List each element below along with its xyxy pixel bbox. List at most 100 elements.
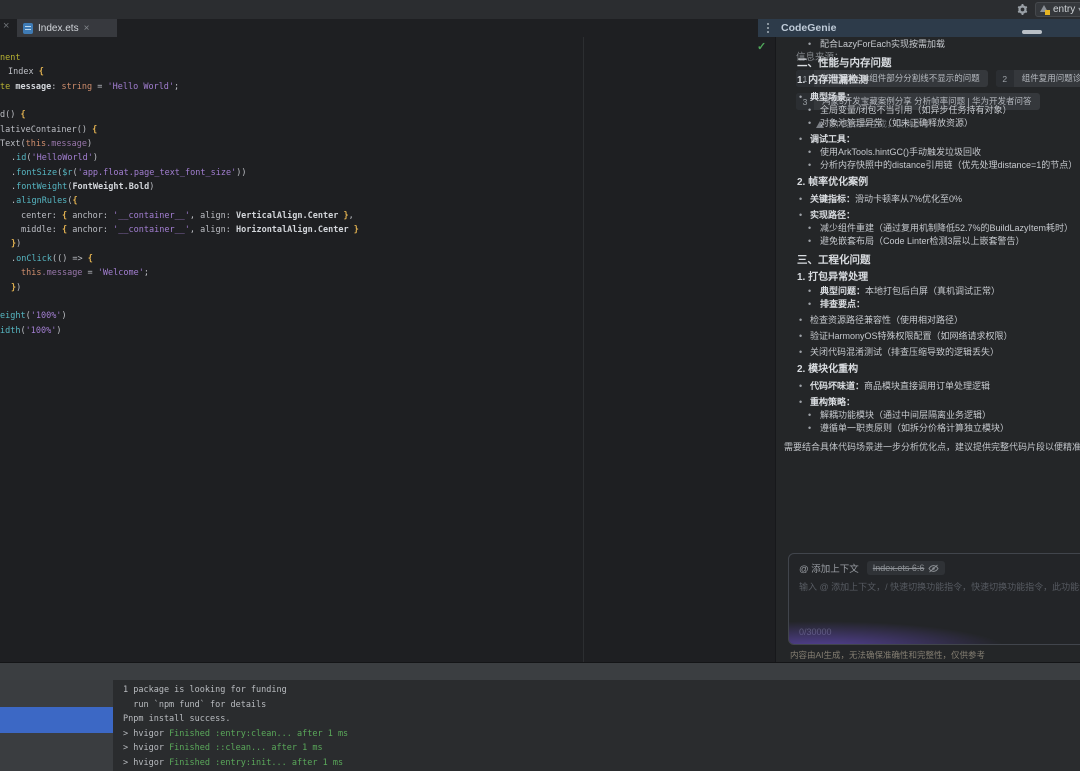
run-config-module-selector[interactable]: entry ▾ bbox=[1035, 2, 1080, 17]
code-token: .message bbox=[41, 268, 82, 278]
code-token: this bbox=[26, 139, 46, 149]
code-token: Text( bbox=[0, 139, 26, 149]
code-line: .fontSize($r('app.float.page_text_font_s… bbox=[0, 166, 359, 180]
assistant-message-line: 检查资源路径兼容性（使用相对路径） bbox=[799, 314, 1080, 327]
code-line: center: { anchor: '__container__', align… bbox=[0, 209, 359, 223]
terminal-text: Finished :entry:init... after 1 ms bbox=[169, 758, 343, 768]
code-token: : bbox=[51, 82, 61, 92]
code-token: ) bbox=[61, 311, 66, 321]
terminal-line: Pnpm install success. bbox=[123, 712, 1080, 727]
code-line: .onClick(() => { bbox=[0, 252, 359, 266]
assistant-message-line: 遵循单一职责原则（如拆分价格计算独立模块） bbox=[808, 422, 1080, 435]
bold-label: 关键指标： bbox=[810, 194, 855, 204]
panel-footer-disclaimer: 内容由AI生成，无法确保准确性和完整性，仅供参考 bbox=[790, 649, 1080, 661]
assistant-message-line: 1. 内存泄漏检测 bbox=[797, 74, 1080, 88]
editor-tab-bar: × Index.ets × bbox=[0, 19, 758, 37]
code-token: ) bbox=[56, 326, 61, 336]
terminal-text: > hvigor bbox=[123, 729, 169, 739]
code-token: lativeContainer() bbox=[0, 125, 92, 135]
code-token: } bbox=[349, 225, 359, 235]
assistant-message-line: 代码坏味道：商品模块直接调用订单处理逻辑 bbox=[799, 380, 1080, 393]
code-line: te message: string = 'Hello World'; bbox=[0, 80, 359, 94]
assistant-message-line: 1. 打包异常处理 bbox=[797, 271, 1080, 285]
code-token: .message bbox=[46, 139, 87, 149]
assistant-message-line: 调试工具： bbox=[799, 133, 1080, 146]
add-context-button[interactable]: @ 添加上下文 bbox=[799, 561, 859, 575]
top-toolbar: entry ▾ bbox=[0, 0, 1080, 19]
bold-label: 排查要点： bbox=[820, 299, 865, 309]
code-line: lativeContainer() { bbox=[0, 123, 359, 137]
more-vertical-icon[interactable] bbox=[767, 27, 769, 29]
assistant-message-line: 典型问题：本地打包后白屏（真机调试正常） bbox=[808, 285, 1080, 298]
code-line: d() { bbox=[0, 108, 359, 122]
terminal-line: run `npm fund` for details bbox=[123, 698, 1080, 713]
tab-index-ets[interactable]: Index.ets × bbox=[17, 19, 117, 37]
bold-label: 代码坏味道： bbox=[810, 381, 864, 391]
tab-close-icon[interactable]: × bbox=[84, 23, 90, 34]
terminal-output[interactable]: 1 package is looking for funding run `np… bbox=[113, 680, 1080, 771]
assistant-message-line: 实现路径： bbox=[799, 209, 1080, 222]
scrollbar-thumb[interactable] bbox=[1022, 30, 1042, 34]
assistant-message-line: 分析内存快照中的distance引用链（优先处理distance=1的节点）4 bbox=[808, 159, 1080, 172]
code-editor[interactable]: ✓ nentIndex {te message: string = 'Hello… bbox=[0, 37, 775, 662]
prompt-input-card[interactable]: @ 添加上下文 Index.ets 6:6 0/30000 bbox=[788, 553, 1080, 645]
terminal-text: run `npm fund` for details bbox=[123, 700, 266, 710]
code-token: id bbox=[16, 153, 26, 163]
code-token: idth bbox=[0, 326, 20, 336]
code-line: nent bbox=[0, 51, 359, 65]
assistant-message-line: 需要结合具体代码场景进一步分析优化点，建议提供完整代码片段以便精准定位问题 bbox=[784, 441, 1080, 454]
bold-label: 典型问题： bbox=[820, 286, 865, 296]
assistant-message-line: 使用ArkTools.hintGC()手动触发垃圾回收 bbox=[808, 146, 1080, 159]
code-token: '__container__' bbox=[113, 225, 190, 235]
close-icon[interactable]: × bbox=[3, 20, 9, 32]
run-config-selected-row[interactable] bbox=[0, 707, 113, 733]
code-token: '100%' bbox=[26, 326, 57, 336]
terminal-line: > hvigor Finished :entry:init... after 1… bbox=[123, 756, 1080, 771]
code-token: { bbox=[72, 196, 77, 206]
ide-window: entry ▾ × Index.ets × CodeGenie ✓ nentIn… bbox=[0, 0, 1080, 771]
context-file-chip[interactable]: Index.ets 6:6 bbox=[867, 561, 946, 575]
module-selector-label: entry bbox=[1053, 4, 1075, 15]
prompt-input[interactable] bbox=[799, 580, 1080, 618]
code-token: te bbox=[0, 82, 15, 92]
code-line: .alignRules({ bbox=[0, 194, 359, 208]
code-token: 'app.float.page_text_font_size' bbox=[78, 168, 237, 178]
code-content: nentIndex {te message: string = 'Hello W… bbox=[0, 51, 359, 338]
panel-title: CodeGenie bbox=[781, 22, 836, 34]
terminal-text: 1 package is looking for funding bbox=[123, 685, 287, 695]
code-token: this bbox=[21, 268, 41, 278]
code-token: { bbox=[20, 110, 25, 120]
code-line bbox=[0, 94, 359, 108]
code-token: $r bbox=[62, 168, 72, 178]
code-token: '100%' bbox=[31, 311, 62, 321]
code-token: , bbox=[349, 211, 354, 221]
code-token: anchor: bbox=[72, 225, 113, 235]
code-token: middle: bbox=[21, 225, 62, 235]
code-token: string bbox=[61, 82, 92, 92]
code-token: nent bbox=[0, 53, 20, 63]
assistant-message-line: 解耦功能模块（通过中间层隔离业务逻辑） bbox=[808, 409, 1080, 422]
code-token: { bbox=[62, 225, 72, 235]
code-token: ) bbox=[93, 153, 98, 163]
code-token: ) bbox=[87, 139, 92, 149]
terminal-text: Pnpm install success. bbox=[123, 714, 230, 724]
code-token: { bbox=[88, 254, 93, 264]
code-line: .fontWeight(FontWeight.Bold) bbox=[0, 180, 359, 194]
code-token: } bbox=[338, 211, 348, 221]
code-token: center: bbox=[21, 211, 62, 221]
code-token: eight bbox=[0, 311, 26, 321]
assistant-message-line: 重构策略： bbox=[799, 396, 1080, 409]
code-line: middle: { anchor: '__container__', align… bbox=[0, 223, 359, 237]
code-token: ; bbox=[144, 268, 149, 278]
assistant-message-line: 典型场景： bbox=[799, 91, 1080, 104]
bold-label: 典型场景： bbox=[810, 92, 855, 102]
code-token: , align: bbox=[190, 225, 236, 235]
settings-gear-icon[interactable] bbox=[1016, 3, 1029, 16]
code-token: ; bbox=[174, 82, 179, 92]
codegenie-panel: 配合LazyForEach实现按需加载二、性能与内存问题1. 内存泄漏检测典型场… bbox=[776, 37, 1080, 662]
assistant-message-line: 减少组件重建（通过复用机制降低52.7%的BuildLazyItem耗时） bbox=[808, 222, 1080, 235]
code-line: }) bbox=[0, 281, 359, 295]
code-token: { bbox=[92, 125, 97, 135]
code-token: ) bbox=[16, 239, 21, 249]
bold-label: 实现路径： bbox=[810, 210, 855, 220]
